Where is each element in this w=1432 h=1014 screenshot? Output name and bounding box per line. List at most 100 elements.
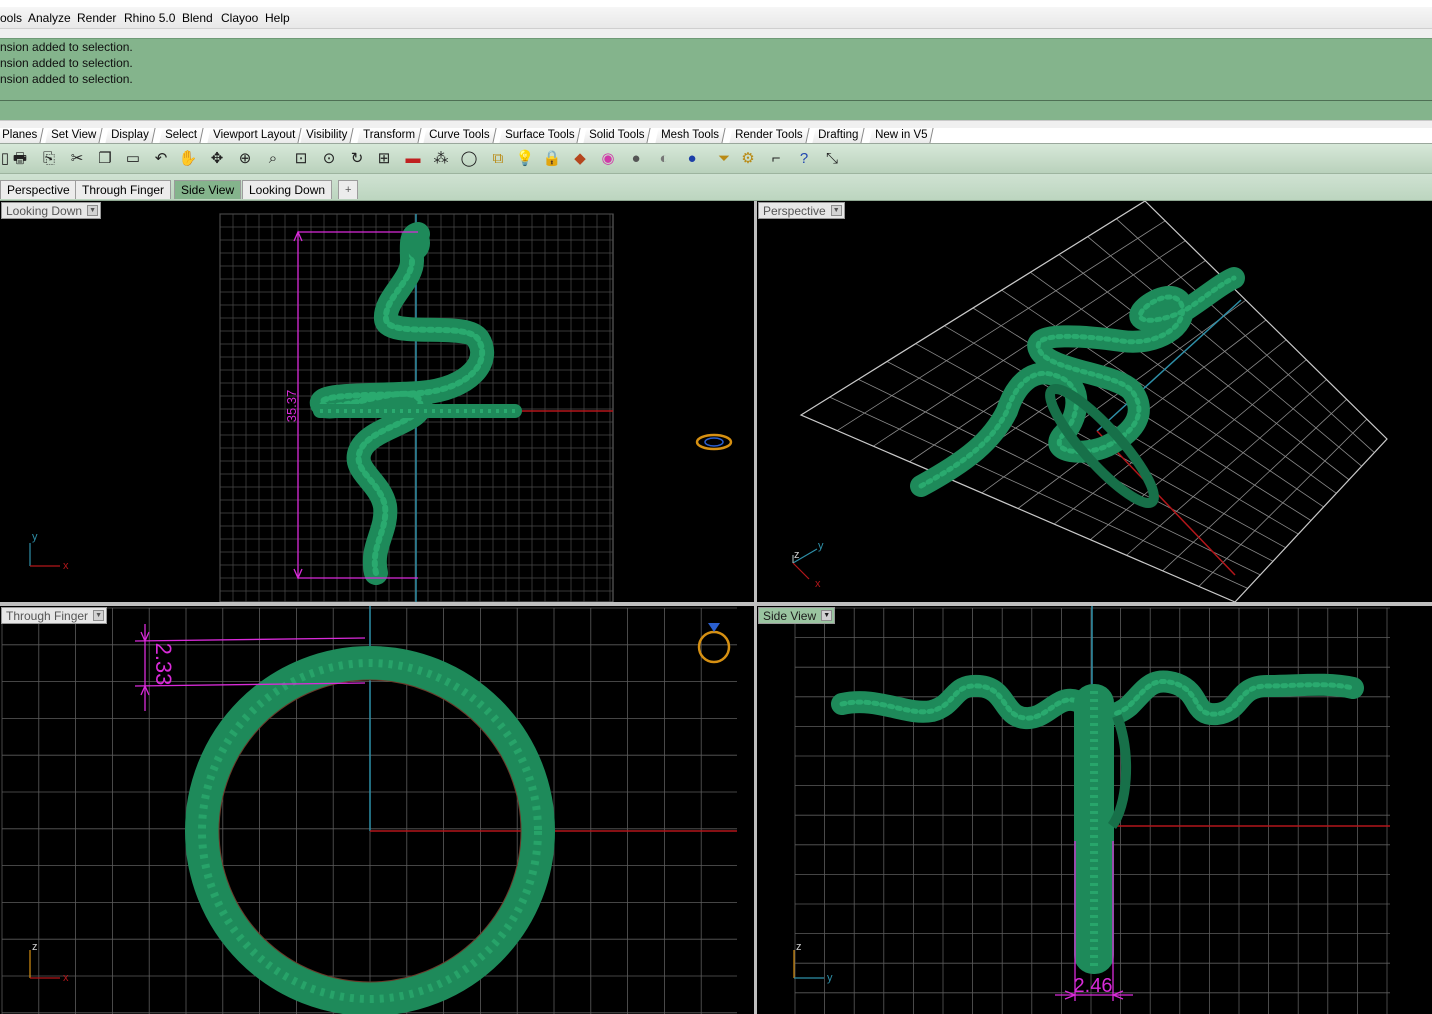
tab-display[interactable]: Display (105, 128, 156, 143)
tab-new-in-v5[interactable]: New in V5 (869, 128, 935, 143)
dimension-value: 2.46 (1074, 975, 1113, 997)
viewport-label[interactable]: Through Finger ▼ (1, 607, 108, 624)
dimension-icon[interactable]: ⌐ (765, 148, 787, 170)
paste-icon[interactable]: ⎘ (38, 148, 60, 170)
svg-text:x: x (63, 972, 69, 984)
dimension-value: 2.33 (151, 643, 176, 686)
viewport-label[interactable]: Looking Down ▼ (1, 202, 102, 219)
svg-text:z: z (32, 941, 38, 953)
svg-text:z: z (794, 549, 800, 561)
history-line: nsion added to selection. (0, 72, 133, 86)
side-view-scene: 2.46 z y (793, 606, 1390, 1014)
tab-visibility[interactable]: Visibility (300, 128, 354, 143)
print-icon[interactable]: 🖶 (9, 148, 31, 170)
zoom-window-icon[interactable]: ⌕ (262, 148, 284, 170)
tab-solid-tools[interactable]: Solid Tools (583, 128, 652, 143)
axis-indicator: z x (29, 941, 69, 984)
chevron-down-icon[interactable]: ▼ (87, 205, 99, 216)
dimension-value: 35.37 (284, 390, 299, 423)
viewport-through-finger[interactable]: 2.33 z x Through Finger ▼ (0, 606, 754, 1014)
tab-select[interactable]: Select (159, 128, 204, 143)
four-views-icon[interactable]: ⊞ (373, 148, 395, 170)
standard-toolbar: ▯ 🖶 ⎘ ✂ ❐ ▭ ↶ ✋ ✥ ⊕ ⌕ ⊡ ⊙ ↻ ⊞ ▬ ⁂ ◯ ⧉ 💡 … (0, 144, 1432, 174)
copy-icon[interactable]: ❐ (94, 148, 116, 170)
undo-icon[interactable]: ↶ (150, 148, 172, 170)
select-filter-icon[interactable]: ⏷ (713, 148, 735, 170)
rotate-view-icon[interactable]: ↻ (346, 148, 368, 170)
toolbar-tab-strip: Planes Set View Display Select Viewport … (0, 128, 1432, 144)
gear-icon[interactable]: ⚙ (737, 148, 759, 170)
menu-rhino[interactable]: Rhino 5.0 (124, 11, 175, 25)
menu-clayoo[interactable]: Clayoo (221, 11, 258, 25)
svg-text:y: y (32, 531, 38, 543)
tab-viewport-layout[interactable]: Viewport Layout (207, 128, 302, 143)
blue-sphere-icon[interactable]: ● (681, 148, 703, 170)
history-line: nsion added to selection. (0, 56, 133, 70)
light-icon[interactable]: 💡 (514, 148, 536, 170)
axis-indicator: z y (793, 941, 833, 984)
clipboard-icon[interactable]: ▭ (122, 148, 144, 170)
chevron-down-icon[interactable]: ▼ (821, 610, 833, 621)
chevron-down-icon[interactable]: ▼ (830, 205, 842, 216)
command-input[interactable] (0, 100, 1432, 120)
tab-mesh-tools[interactable]: Mesh Tools (655, 128, 726, 143)
viewport-tab-perspective[interactable]: Perspective (0, 180, 77, 199)
tab-planes[interactable]: Planes (0, 128, 44, 143)
looking-down-scene: 35.37 y x (29, 213, 733, 602)
color-wheel-icon[interactable]: ◉ (597, 148, 619, 170)
toolbar-gap (0, 120, 1432, 128)
viewport-tab-through-finger[interactable]: Through Finger (75, 180, 172, 199)
tab-curve-tools[interactable]: Curve Tools (423, 128, 497, 143)
toolbar-gap (0, 29, 1432, 38)
viewport-perspective[interactable]: z y x Perspective ▼ (757, 201, 1432, 602)
perspective-scene: z y x (792, 201, 1388, 602)
menu-tools[interactable]: ools (0, 11, 22, 25)
history-line: nsion added to selection. (0, 40, 133, 54)
chevron-down-icon[interactable]: ▼ (93, 610, 105, 621)
add-viewport-tab-button[interactable]: + (338, 180, 359, 199)
render-sphere-icon[interactable]: ◐ (653, 148, 675, 170)
zoom-selected-icon[interactable]: ⊙ (318, 148, 340, 170)
svg-text:y: y (827, 972, 833, 984)
viewport-side-view[interactable]: 2.46 z y Side View ▼ (757, 606, 1432, 1014)
help-icon[interactable]: ? (793, 148, 815, 170)
material-icon[interactable]: ◆ (569, 148, 591, 170)
snap-icon[interactable]: ⧉ (487, 148, 509, 170)
viewport-tab-side-view[interactable]: Side View (174, 180, 242, 199)
menu-analyze[interactable]: Analyze (28, 11, 71, 25)
tab-set-view[interactable]: Set View (45, 128, 103, 143)
viewport-tab-strip: Perspective Through Finger Side View Loo… (0, 174, 1432, 201)
svg-text:x: x (63, 560, 69, 572)
grid-icon[interactable]: ⁂ (430, 148, 452, 170)
ring-gumball-icon (697, 623, 731, 664)
shade-icon[interactable]: ● (625, 148, 647, 170)
zoom-extents-icon[interactable]: ⊡ (290, 148, 312, 170)
ring-gumball-icon (695, 433, 733, 451)
svg-text:x: x (815, 578, 821, 590)
tab-transform[interactable]: Transform (357, 128, 422, 143)
through-finger-scene: 2.33 z x (1, 606, 737, 1014)
command-history[interactable]: nsion added to selection. nsion added to… (0, 38, 1432, 100)
menu-help[interactable]: Help (265, 11, 290, 25)
arrows-icon[interactable]: ⤡ (821, 148, 843, 170)
menu-render[interactable]: Render (77, 11, 116, 25)
viewport-splitter-vertical[interactable] (754, 201, 757, 1014)
viewport-looking-down[interactable]: 35.37 y x Looking Down ▼ (0, 201, 754, 602)
menu-blend[interactable]: Blend (182, 11, 213, 25)
viewport-label[interactable]: Perspective ▼ (758, 202, 845, 219)
axis-indicator: y x (29, 531, 69, 572)
viewport-splitter-horizontal[interactable] (0, 602, 1432, 606)
viewport-tab-looking-down[interactable]: Looking Down (242, 180, 333, 199)
tab-drafting[interactable]: Drafting (812, 128, 865, 143)
zoom-in-icon[interactable]: ⊕ (234, 148, 256, 170)
pan-icon[interactable]: ✋ (177, 148, 199, 170)
tab-render-tools[interactable]: Render Tools (729, 128, 810, 143)
tab-surface-tools[interactable]: Surface Tools (499, 128, 582, 143)
viewport-label[interactable]: Side View ▼ (758, 607, 836, 624)
circle-icon[interactable]: ◯ (458, 148, 480, 170)
car-icon[interactable]: ▬ (402, 148, 424, 170)
lock-icon[interactable]: 🔒 (541, 148, 563, 170)
cut-icon[interactable]: ✂ (66, 148, 88, 170)
move-icon[interactable]: ✥ (206, 148, 228, 170)
svg-text:z: z (796, 941, 802, 953)
